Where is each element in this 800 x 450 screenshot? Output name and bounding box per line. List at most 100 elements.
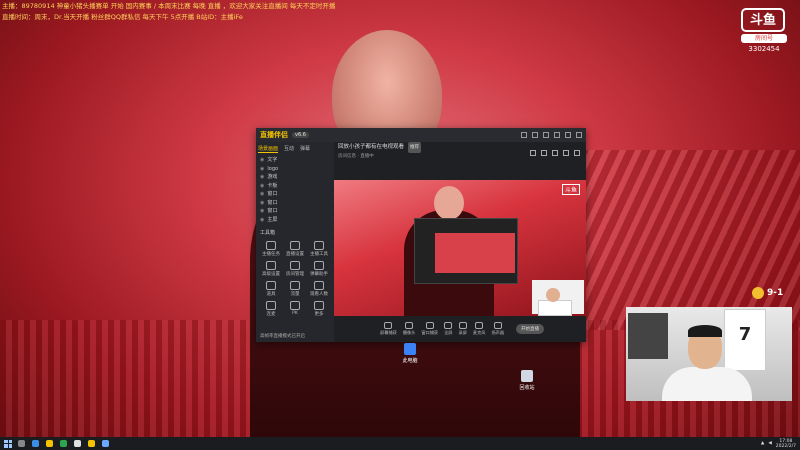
- speaker-icon: [493, 322, 502, 329]
- tab-interaction[interactable]: 互动: [284, 145, 294, 153]
- source-item[interactable]: ◉ 窗口: [256, 190, 334, 199]
- source-item[interactable]: ◉ 文字: [256, 156, 334, 165]
- lock-icon[interactable]: [541, 150, 547, 156]
- tool-button[interactable]: 道具: [260, 281, 282, 297]
- record-icon: [458, 322, 467, 329]
- search-icon[interactable]: [18, 440, 25, 447]
- source-label: 窗口: [267, 208, 278, 214]
- maximize-icon[interactable]: [565, 132, 571, 138]
- gear-icon[interactable]: [574, 150, 580, 156]
- preview-camera-overlay[interactable]: [532, 280, 584, 316]
- toolbox-grid: 主播任务 直播设置 主播工具 高级设置 房间管理 弹幕助手 道具 流量 观看人数…: [256, 239, 334, 319]
- window-capture-button[interactable]: 窗口捕获: [421, 322, 438, 336]
- source-label: 卡板: [267, 182, 278, 189]
- fullscreen-button[interactable]: 全屏: [444, 322, 453, 336]
- tool-button[interactable]: 更多: [308, 301, 330, 317]
- tool-icon: [314, 281, 324, 290]
- bell-icon[interactable]: [563, 150, 569, 156]
- eye-icon[interactable]: ◉: [260, 199, 264, 208]
- source-item[interactable]: ◉ 窗口: [256, 199, 334, 208]
- eye-icon[interactable]: ◉: [260, 156, 264, 165]
- settings-icon[interactable]: [543, 132, 549, 138]
- browser-icon[interactable]: [32, 440, 39, 447]
- tool-button[interactable]: 主播任务: [260, 241, 282, 257]
- app-icon[interactable]: [102, 440, 109, 447]
- score-text: 9-1: [767, 288, 784, 298]
- eye-icon[interactable]: ◉: [260, 216, 264, 225]
- app-icon[interactable]: [74, 440, 81, 447]
- mail-icon[interactable]: [532, 132, 538, 138]
- record-button[interactable]: 录屏: [459, 322, 467, 336]
- desktop-icon-this-pc[interactable]: 此电脑: [393, 343, 427, 364]
- eye-icon[interactable]: ◉: [260, 182, 264, 191]
- fullscreen-icon: [444, 322, 453, 329]
- eye-icon[interactable]: ◉: [260, 165, 264, 174]
- monitor-icon: [384, 322, 393, 329]
- tool-button[interactable]: 观看人数: [308, 281, 330, 297]
- tool-icon: [314, 301, 324, 310]
- nested-preview: [435, 233, 515, 273]
- tab-scene[interactable]: 场景画面: [258, 145, 279, 153]
- tool-icon: [266, 241, 276, 250]
- tool-label: 道具: [266, 292, 276, 297]
- tool-button[interactable]: 直播设置: [284, 241, 306, 257]
- douyu-logo: 斗鱼 房间号 3302454: [741, 8, 787, 60]
- tool-button[interactable]: 连麦: [260, 301, 282, 317]
- tab-danmaku[interactable]: 弹幕: [300, 145, 310, 153]
- tool-button[interactable]: 房间管理: [284, 261, 306, 277]
- desktop-icon-label: 此电脑: [402, 358, 418, 364]
- tool-icon: [314, 241, 324, 250]
- tool-button[interactable]: 高级设置: [260, 261, 282, 277]
- folder-icon[interactable]: [46, 440, 53, 447]
- tool-button[interactable]: 流量: [284, 281, 306, 297]
- windows-start-icon[interactable]: [4, 439, 12, 448]
- avatar[interactable]: [521, 132, 527, 138]
- minimize-icon[interactable]: [554, 132, 560, 138]
- room-title[interactable]: 回放小孩子都有在电视观看: [338, 142, 404, 153]
- camera-button[interactable]: 摄像头: [403, 322, 415, 336]
- app-icon[interactable]: [60, 440, 67, 447]
- desktop-icon-recycle-bin[interactable]: 回收站: [510, 370, 544, 391]
- source-item[interactable]: ◉ logo: [256, 165, 334, 174]
- preview-figure-head: [434, 186, 464, 220]
- toolbox-title: 工具箱: [260, 230, 276, 236]
- app-titlebar[interactable]: 直播伴侣 v6.6: [256, 128, 586, 142]
- source-item[interactable]: ◉ 卡板: [256, 182, 334, 191]
- system-tray: ▲ ◀ 17:08 2022/2/7: [761, 439, 800, 449]
- speaker-button[interactable]: 扬声器: [491, 322, 504, 336]
- eye-icon[interactable]: ◉: [260, 190, 264, 199]
- source-item[interactable]: ◉ 游戏: [256, 173, 334, 182]
- volume-icon[interactable]: ◀: [768, 441, 771, 446]
- webcam-overlay: 7: [626, 307, 792, 401]
- tool-icon: [290, 241, 300, 250]
- preview-logo: 斗鱼: [561, 184, 580, 195]
- app-left-panel: 场景画面 互动 弹幕 ◉ 文字 ◉ logo ◉ 游戏 ◉ 卡板 ◉ 窗口 ◉ 窗口 ◉ 窗口…: [256, 142, 334, 342]
- room-tag[interactable]: 推荐: [408, 142, 422, 153]
- source-label: 文字: [267, 157, 278, 163]
- tool-button[interactable]: 弹幕助手: [308, 261, 330, 277]
- streaming-app-icon[interactable]: [88, 440, 95, 447]
- tool-button[interactable]: PK: [284, 301, 306, 317]
- recycle-bin-icon: [521, 370, 533, 382]
- share-icon[interactable]: [530, 150, 536, 156]
- stream-preview[interactable]: 斗鱼: [334, 180, 586, 316]
- source-label: 窗口: [267, 199, 278, 206]
- scene-tabs: 场景画面 互动 弹幕: [256, 142, 334, 156]
- source-item[interactable]: ◉ 窗口: [256, 207, 334, 216]
- screen-capture-button[interactable]: 屏幕捕获: [380, 322, 397, 336]
- network-icon[interactable]: ▲: [761, 441, 764, 446]
- edit-icon[interactable]: [552, 150, 558, 156]
- microphone-button[interactable]: 麦克风: [473, 322, 485, 336]
- eye-icon[interactable]: ◉: [260, 207, 264, 216]
- source-item[interactable]: ◉ 主屏: [256, 216, 334, 225]
- clock[interactable]: 17:08 2022/2/7: [776, 439, 796, 449]
- tool-label: 高级设置: [262, 272, 280, 277]
- tool-icon: [290, 281, 300, 290]
- computer-icon: [404, 343, 416, 355]
- close-icon[interactable]: [576, 132, 582, 138]
- eye-icon[interactable]: ◉: [260, 173, 264, 182]
- window-controls: [521, 132, 586, 138]
- tool-button[interactable]: 主播工具: [308, 241, 330, 257]
- start-stream-button[interactable]: 开始直播: [516, 324, 545, 334]
- streaming-app-window[interactable]: 直播伴侣 v6.6 场景画面 互动 弹幕 ◉ 文字 ◉ logo ◉ 游戏 ◉ 卡板 ◉…: [256, 128, 586, 342]
